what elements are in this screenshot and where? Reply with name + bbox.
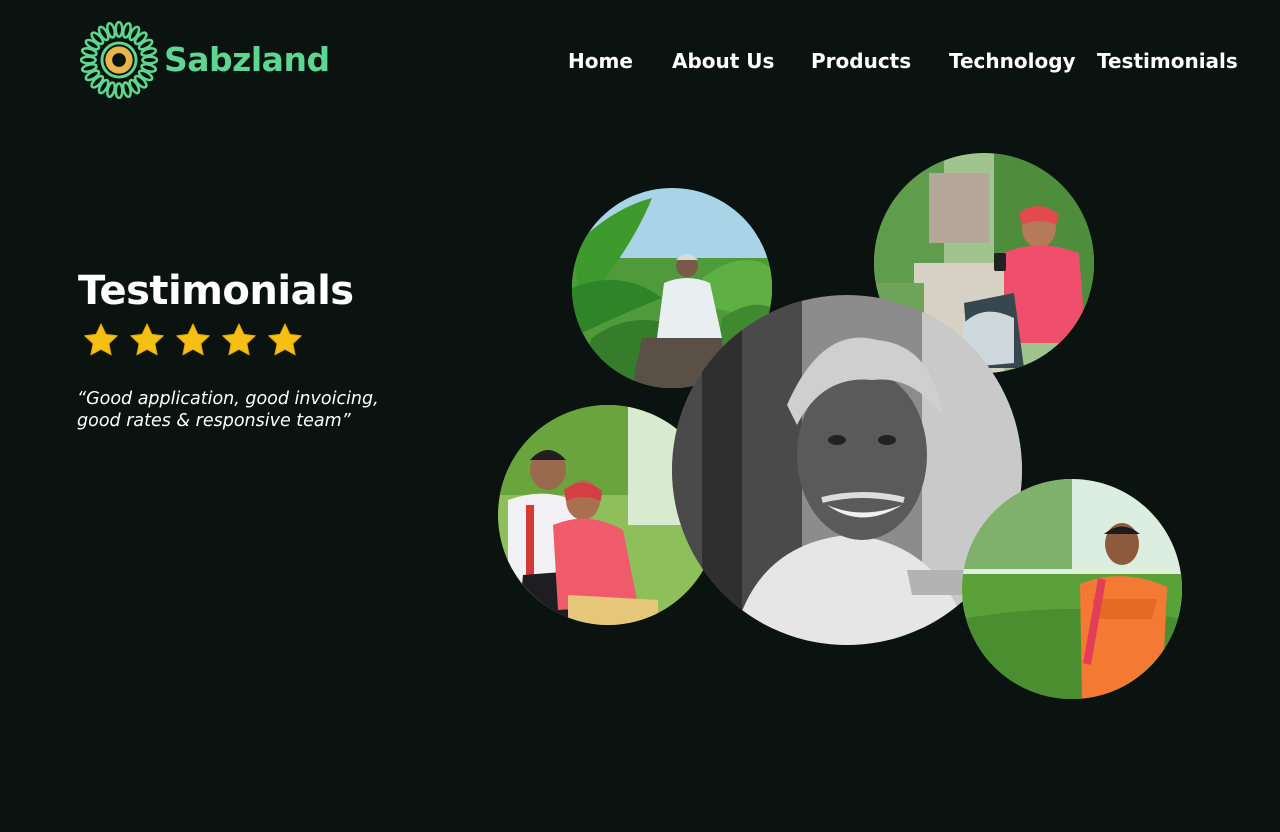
nav-testimonials[interactable]: Testimonials (1097, 49, 1238, 73)
testimonial-quote: “Good application, good invoicing, good … (77, 389, 379, 431)
nav-home[interactable]: Home (568, 49, 633, 73)
star-icon (176, 323, 210, 356)
testimonials-page: Sabzland Home About Us Products Technolo… (0, 0, 1280, 832)
star-icon (268, 323, 302, 356)
star-icon (84, 323, 118, 356)
nav-products[interactable]: Products (811, 49, 911, 73)
star-icon (130, 323, 164, 356)
nav-technology[interactable]: Technology (949, 49, 1076, 73)
star-icon (222, 323, 256, 356)
nav-about-us[interactable]: About Us (672, 49, 774, 73)
page-title: Testimonials (78, 268, 354, 314)
brand-logo[interactable]: Sabzland (80, 21, 330, 99)
brand-name: Sabzland (164, 39, 330, 79)
star-rating (82, 321, 304, 359)
farmer-in-orange-kurta-photo (962, 479, 1182, 699)
sunflower-logo-icon (80, 21, 158, 99)
